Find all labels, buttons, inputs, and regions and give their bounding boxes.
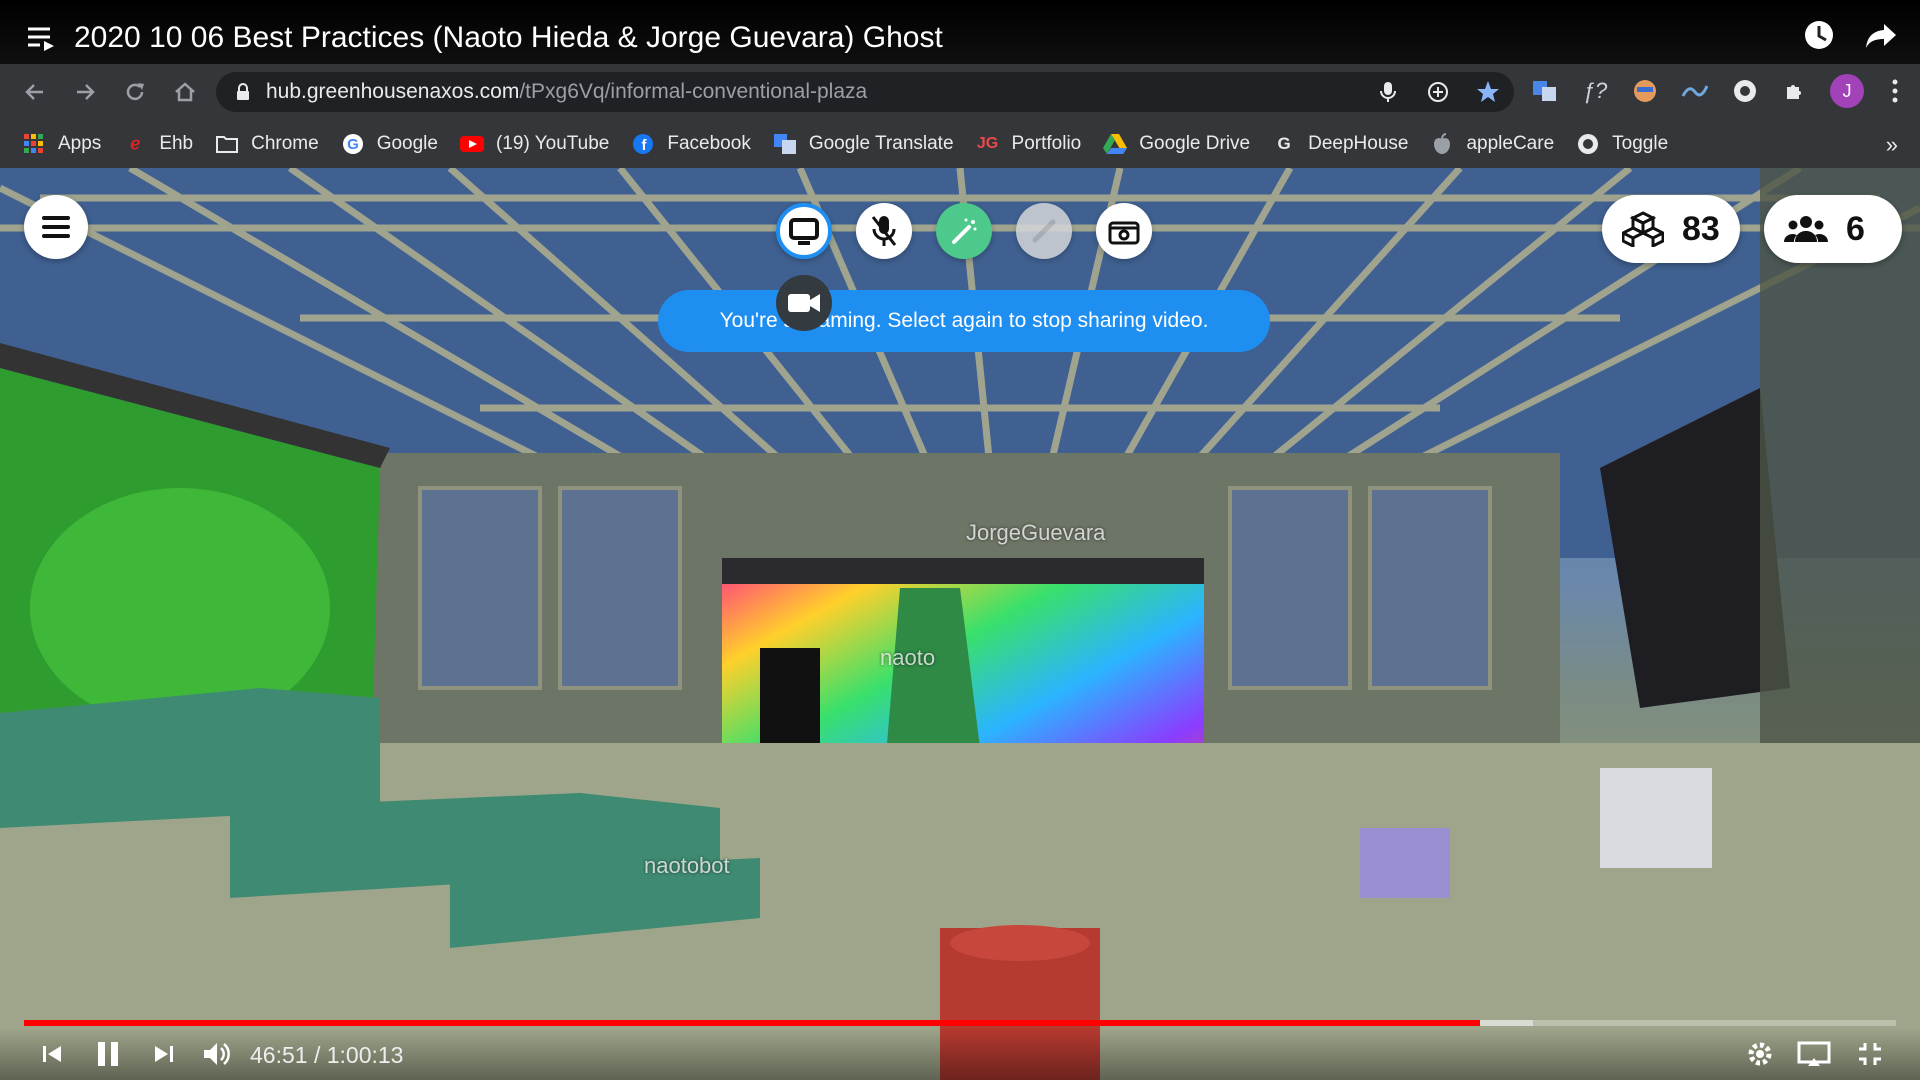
objects-icon: [1622, 211, 1664, 247]
bookmarks-overflow-icon[interactable]: »: [1886, 132, 1898, 158]
bookmark-youtube[interactable]: (19) YouTube: [459, 132, 609, 156]
camera-button[interactable]: [1096, 203, 1152, 259]
cast-icon[interactable]: [1796, 1036, 1832, 1072]
avatar-name-tag-naotobot: naotobot: [644, 853, 730, 878]
circle-extension-icon[interactable]: [1730, 74, 1760, 108]
bookmark-google-drive[interactable]: Google Drive: [1103, 132, 1250, 156]
forward-icon[interactable]: [72, 79, 98, 105]
played-bar: [24, 1020, 1481, 1026]
video-camera-icon: [788, 294, 820, 312]
player-controls: 46:51 / 1:00:13: [0, 1028, 1920, 1080]
screen-share-icon: [789, 218, 819, 245]
hubs-toolbar: [776, 203, 1152, 259]
progress-bar[interactable]: [24, 1020, 1896, 1026]
screen: { "video": { "title": "2020 10 06 Best P…: [0, 0, 1920, 1080]
streaming-toast: You're streaming. Select again to stop s…: [658, 290, 1270, 352]
hamburger-icon: [42, 216, 70, 238]
pause-icon[interactable]: [90, 1036, 126, 1072]
chrome-menu-icon[interactable]: [1892, 78, 1902, 106]
next-icon[interactable]: [146, 1036, 182, 1072]
mute-mic-button[interactable]: [856, 203, 912, 259]
google-translate-icon: [773, 132, 797, 156]
google-drive-icon: [1103, 132, 1128, 156]
people-counter[interactable]: 6: [1764, 195, 1902, 263]
volume-icon[interactable]: [200, 1036, 236, 1072]
share-video-button[interactable]: [776, 275, 832, 331]
zoom-icon[interactable]: [1424, 78, 1452, 106]
wave-extension-icon[interactable]: [1680, 74, 1710, 108]
bookmark-google-translate[interactable]: Google Translate: [773, 132, 954, 156]
people-icon: [1784, 214, 1828, 244]
share-screen-button[interactable]: [776, 203, 832, 259]
home-icon[interactable]: [172, 79, 198, 105]
apple-icon: [1430, 132, 1454, 156]
bookmark-applecare[interactable]: appleCare: [1430, 132, 1554, 156]
bookmark-ehb[interactable]: ℯ Ehb: [123, 132, 193, 156]
previous-icon[interactable]: [34, 1036, 70, 1072]
avatar-name-tag-naoto: naoto: [880, 645, 936, 670]
facebook-icon: f: [631, 132, 655, 156]
toggle-icon: [1576, 132, 1600, 156]
url-text[interactable]: hub.greenhousenaxos.com/tPxg6Vq/informal…: [266, 80, 867, 104]
bookmark-google[interactable]: G Google: [341, 132, 438, 156]
ehb-icon: ℯ: [130, 134, 141, 153]
watch-later-icon[interactable]: [1802, 18, 1836, 57]
bookmark-apps[interactable]: Apps: [22, 132, 101, 156]
hubs-menu-button[interactable]: [24, 195, 88, 259]
reload-icon[interactable]: [122, 79, 148, 105]
objects-counter[interactable]: 83: [1602, 195, 1740, 263]
avatar-name-tag-jorge: JorgeGuevara: [966, 520, 1106, 545]
jg-icon: JG: [976, 135, 999, 152]
share-icon[interactable]: [1864, 18, 1898, 57]
time-display: 46:51 / 1:00:13: [250, 1042, 404, 1068]
bookmark-facebook[interactable]: f Facebook: [631, 132, 751, 156]
svg-text:G: G: [347, 136, 359, 153]
browser-toolbar: hub.greenhousenaxos.com/tPxg6Vq/informal…: [0, 64, 1920, 120]
bookmark-portfolio[interactable]: JG Portfolio: [976, 132, 1081, 156]
address-bar[interactable]: hub.greenhousenaxos.com/tPxg6Vq/informal…: [216, 72, 1514, 112]
bookmark-deephouse[interactable]: G DeepHouse: [1272, 132, 1409, 156]
g-icon: G: [1277, 134, 1291, 153]
translate-extension-icon[interactable]: [1530, 74, 1560, 108]
profile-avatar[interactable]: J: [1830, 74, 1864, 108]
bookmark-chrome[interactable]: Chrome: [215, 132, 319, 156]
lock-icon[interactable]: [234, 83, 252, 101]
video-title[interactable]: 2020 10 06 Best Practices (Naoto Hieda &…: [74, 21, 943, 55]
pen-icon: [1032, 219, 1056, 243]
formula-extension-icon[interactable]: ƒ?: [1580, 74, 1610, 108]
bookmark-toggle[interactable]: Toggle: [1576, 132, 1668, 156]
bookmark-star-icon[interactable]: [1474, 78, 1502, 106]
apps-grid-icon: [22, 132, 46, 156]
muted-microphone-icon: [871, 216, 897, 246]
camera-icon: [1108, 221, 1140, 245]
settings-gear-icon[interactable]: [1742, 1036, 1778, 1072]
queue-icon[interactable]: [22, 19, 60, 57]
pen-button[interactable]: [1016, 203, 1072, 259]
microphone-icon[interactable]: [1374, 78, 1402, 106]
exit-fullscreen-icon[interactable]: [1852, 1036, 1888, 1072]
google-icon: G: [341, 132, 365, 156]
magic-wand-button[interactable]: [936, 203, 992, 259]
extensions-puzzle-icon[interactable]: [1780, 74, 1810, 108]
back-icon[interactable]: [22, 79, 48, 105]
folder-icon: [215, 132, 239, 156]
magic-wand-icon: [952, 218, 977, 244]
bookmarks-bar: Apps ℯ Ehb Chrome G Google (19) YouTube fF…: [0, 120, 1920, 168]
face-extension-icon[interactable]: [1630, 74, 1660, 108]
youtube-icon: [459, 132, 484, 156]
